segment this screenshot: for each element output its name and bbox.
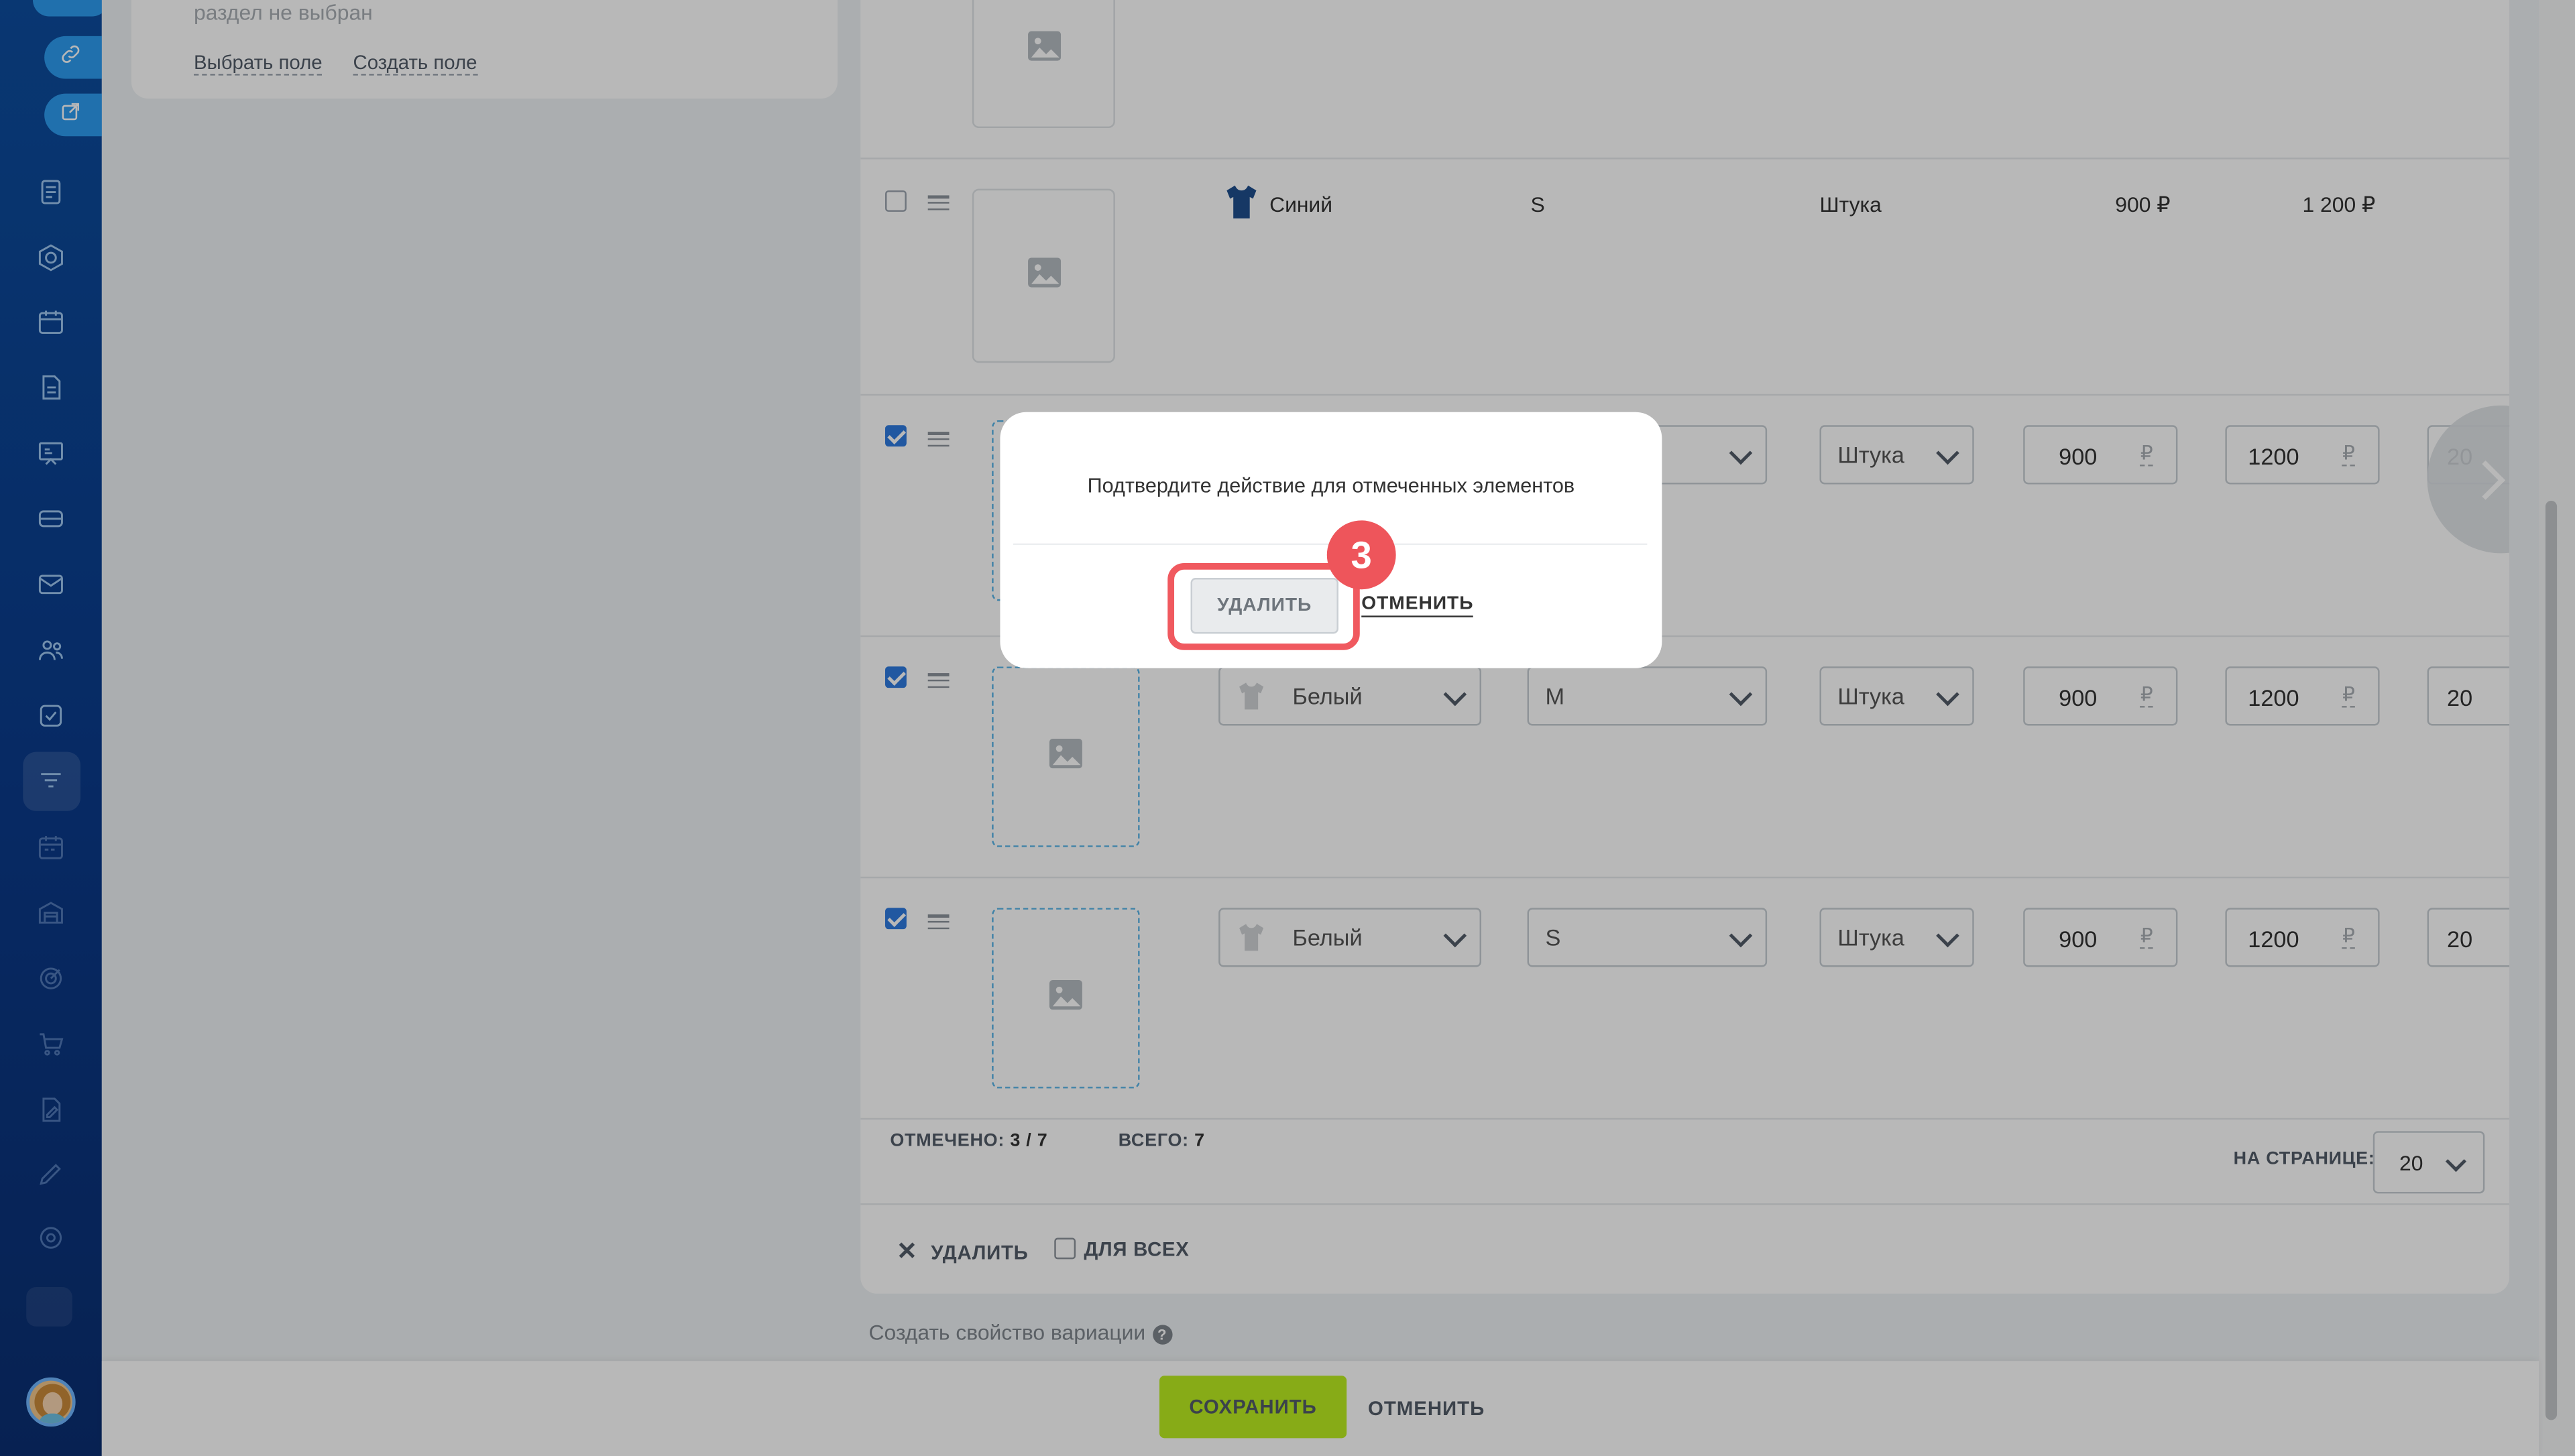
dialog-cancel-button[interactable]: ОТМЕНИТЬ — [1361, 595, 1474, 617]
app-viewport: раздел не выбран Выбрать поле Создать по… — [0, 0, 2575, 1456]
step-number-badge: 3 — [1326, 520, 1396, 590]
tutorial-highlight-frame — [1167, 563, 1360, 650]
modal-overlay[interactable] — [0, 0, 2575, 1456]
confirm-message: Подтвердите действие для отмеченных элем… — [1087, 474, 1575, 498]
